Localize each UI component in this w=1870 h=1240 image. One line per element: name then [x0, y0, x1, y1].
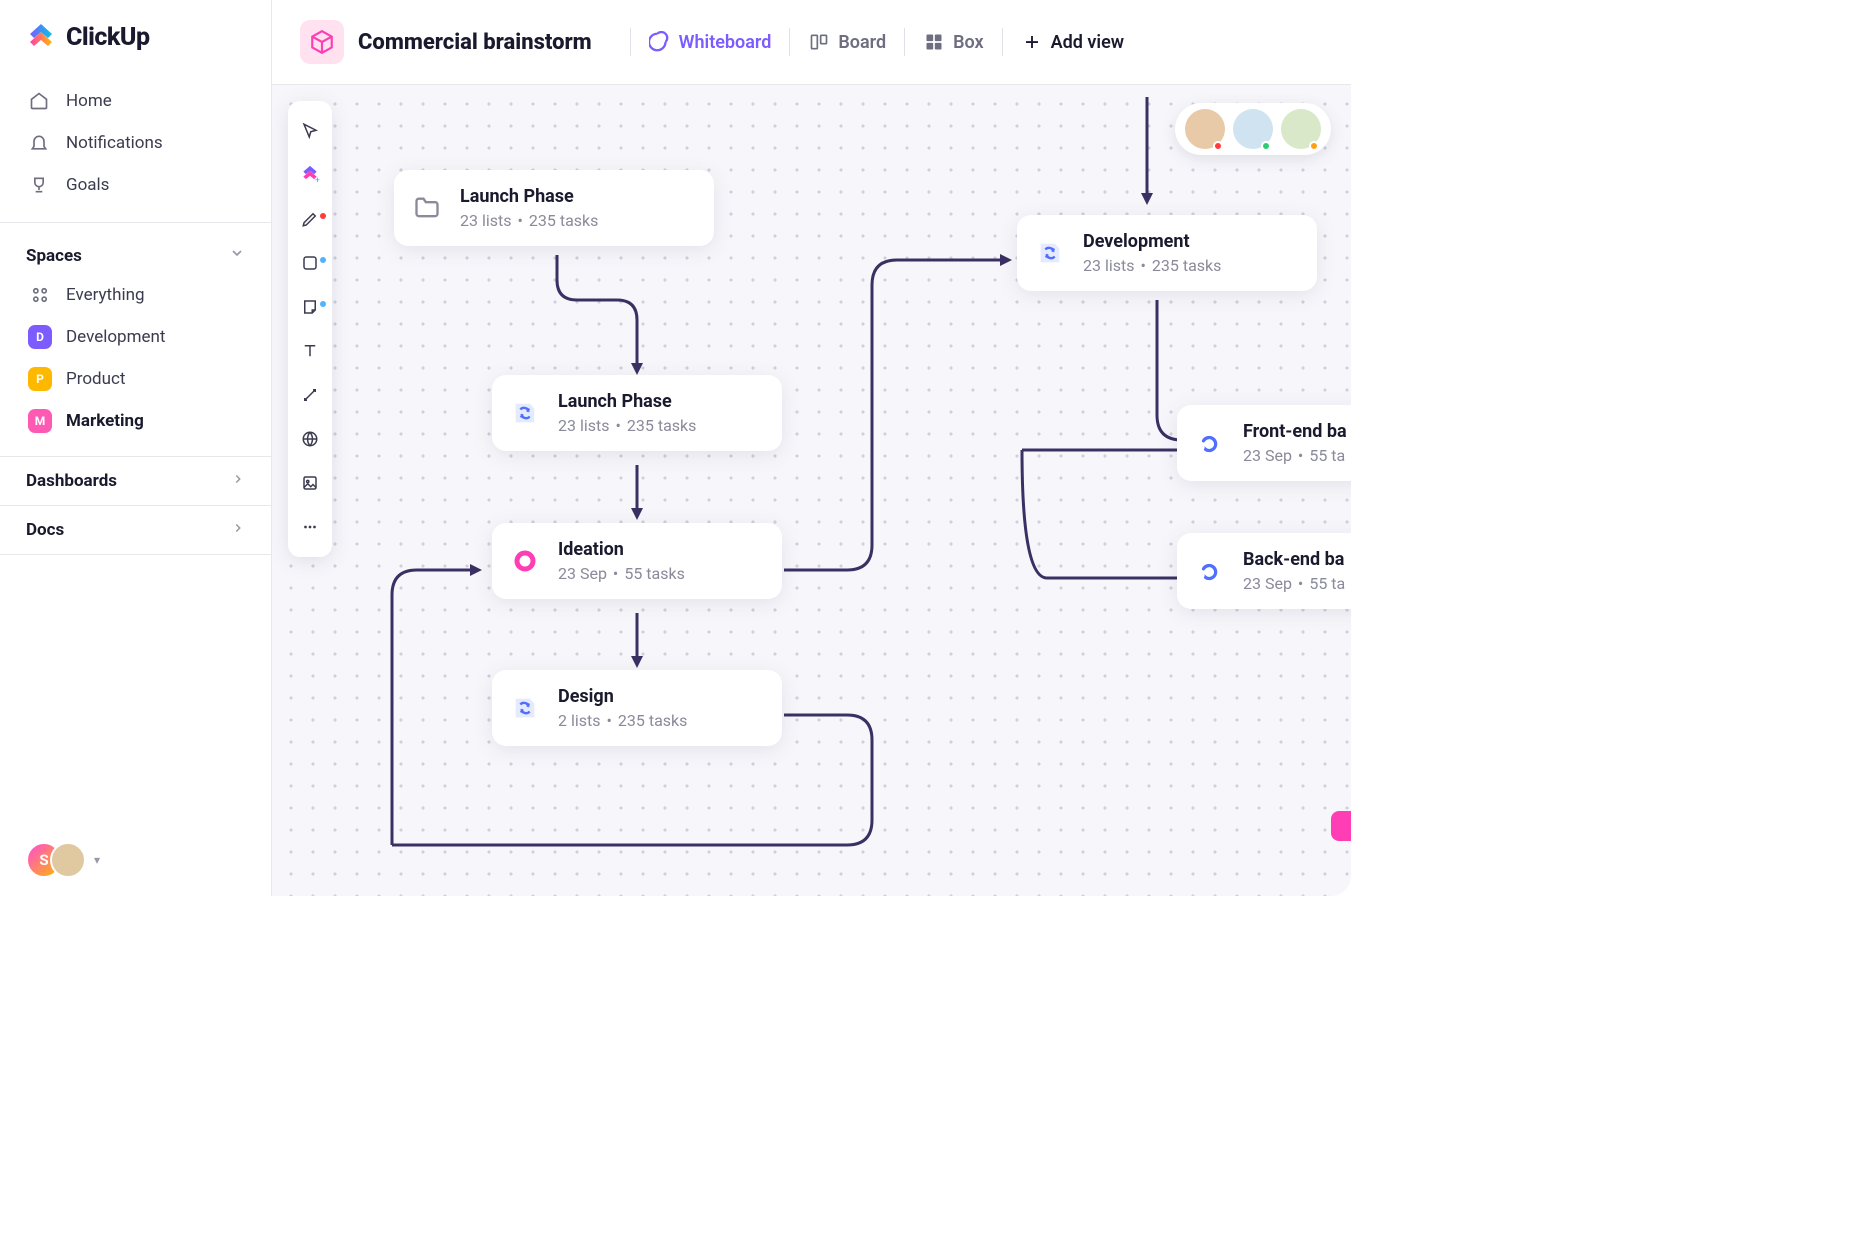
bell-icon — [28, 132, 50, 154]
sidebar-dashboards[interactable]: Dashboards — [0, 456, 271, 505]
chevron-right-icon — [231, 471, 245, 491]
spaces-header[interactable]: Spaces — [0, 233, 271, 274]
loop-arrow-icon — [1193, 554, 1227, 588]
board-icon — [808, 31, 830, 53]
brand-name: ClickUp — [66, 23, 150, 52]
whiteboard-icon — [649, 31, 671, 53]
view-label: Whiteboard — [679, 32, 772, 53]
nav-notifications[interactable]: Notifications — [12, 122, 259, 164]
card-title: Launch Phase — [460, 186, 598, 207]
sidebar-docs[interactable]: Docs — [0, 505, 271, 555]
nav-goals[interactable]: Goals — [12, 164, 259, 206]
sidebar-item-product[interactable]: P Product — [12, 358, 259, 400]
dashboards-label: Dashboards — [26, 471, 117, 491]
whiteboard-canvas[interactable]: + — [272, 85, 1351, 896]
sidebar-item-development[interactable]: D Development — [12, 316, 259, 358]
space-badge: M — [28, 409, 52, 433]
card-title: Design — [558, 686, 687, 707]
tool-pen[interactable] — [288, 199, 332, 239]
tool-more[interactable] — [288, 507, 332, 547]
plus-icon — [1021, 31, 1043, 53]
status-circle-icon — [508, 544, 542, 578]
card-title: Front-end ba — [1243, 421, 1347, 442]
space-badge: D — [28, 325, 52, 349]
folder-icon — [410, 191, 444, 225]
docs-label: Docs — [26, 520, 64, 540]
trophy-icon — [28, 174, 50, 196]
topbar: Commercial brainstorm Whiteboard Board B… — [272, 0, 1351, 85]
profile-menu[interactable]: S ▾ — [0, 842, 271, 878]
space-label: Development — [66, 327, 165, 347]
space-label: Everything — [66, 285, 145, 305]
view-label: Board — [838, 32, 886, 53]
nav-label: Home — [66, 91, 112, 111]
view-tab-board[interactable]: Board — [808, 31, 886, 53]
home-icon — [28, 90, 50, 112]
sync-icon — [508, 691, 542, 725]
sidebar-item-everything[interactable]: Everything — [12, 274, 259, 316]
page-title: Commercial brainstorm — [358, 30, 592, 55]
card-title: Back-end ba — [1243, 549, 1345, 570]
card-ideation[interactable]: Ideation 23 Sep•55 tasks — [492, 523, 782, 599]
clickup-logo-icon — [26, 22, 56, 52]
space-label: Product — [66, 369, 125, 389]
card-meta: 23 lists•235 tasks — [460, 211, 598, 230]
space-label: Marketing — [66, 411, 144, 431]
nav-home[interactable]: Home — [12, 80, 259, 122]
nav-label: Notifications — [66, 133, 163, 153]
sidebar-item-marketing[interactable]: M Marketing — [12, 400, 259, 442]
user-avatar[interactable] — [1233, 109, 1273, 149]
box-icon — [923, 31, 945, 53]
tool-connector[interactable] — [288, 375, 332, 415]
loop-arrow-icon — [1193, 426, 1227, 460]
sync-icon — [508, 396, 542, 430]
avatar — [50, 842, 86, 878]
view-label: Box — [953, 32, 984, 53]
card-design[interactable]: Design 2 lists•235 tasks — [492, 670, 782, 746]
tool-web[interactable] — [288, 419, 332, 459]
card-launch-folder[interactable]: Launch Phase 23 lists•235 tasks — [394, 170, 714, 246]
card-backend[interactable]: Back-end ba 23 Sep•55 ta — [1177, 533, 1351, 609]
tool-text[interactable] — [288, 331, 332, 371]
chevron-down-icon: ▾ — [94, 853, 100, 867]
card-meta: 23 Sep•55 ta — [1243, 446, 1347, 465]
card-development[interactable]: Development 23 lists•235 tasks — [1017, 215, 1317, 291]
card-title: Development — [1083, 231, 1221, 252]
card-title: Launch Phase — [558, 391, 696, 412]
tool-sticky[interactable] — [288, 287, 332, 327]
nav-label: Goals — [66, 175, 109, 195]
card-launch-phase[interactable]: Launch Phase 23 lists•235 tasks — [492, 375, 782, 451]
sidebar: ClickUp Home Notifications Goals Spaces … — [0, 0, 272, 896]
tool-image[interactable] — [288, 463, 332, 503]
presence-indicators[interactable] — [1175, 103, 1331, 155]
add-view-button[interactable]: Add view — [1021, 31, 1124, 53]
card-meta: 23 lists•235 tasks — [1083, 256, 1221, 275]
chevron-down-icon — [229, 245, 245, 266]
add-view-label: Add view — [1051, 32, 1124, 53]
brand-logo[interactable]: ClickUp — [0, 22, 271, 74]
card-meta: 2 lists•235 tasks — [558, 711, 687, 730]
tool-pointer[interactable] — [288, 111, 332, 151]
tool-clickup-add[interactable]: + — [288, 155, 332, 195]
canvas-toolbar: + — [288, 101, 332, 557]
card-meta: 23 Sep•55 tasks — [558, 564, 685, 583]
everything-icon — [28, 283, 52, 307]
canvas-edge-marker — [1331, 811, 1351, 841]
tool-shape[interactable] — [288, 243, 332, 283]
svg-text:+: + — [315, 176, 320, 186]
card-meta: 23 lists•235 tasks — [558, 416, 696, 435]
sync-icon — [1033, 236, 1067, 270]
user-avatar[interactable] — [1185, 109, 1225, 149]
card-title: Ideation — [558, 539, 685, 560]
card-meta: 23 Sep•55 ta — [1243, 574, 1345, 593]
view-tab-box[interactable]: Box — [923, 31, 984, 53]
card-frontend[interactable]: Front-end ba 23 Sep•55 ta — [1177, 405, 1351, 481]
space-badge: P — [28, 367, 52, 391]
spaces-title: Spaces — [26, 246, 82, 266]
project-icon — [300, 20, 344, 64]
avatar-stack: S — [26, 842, 86, 878]
chevron-right-icon — [231, 520, 245, 540]
user-avatar[interactable] — [1281, 109, 1321, 149]
view-tab-whiteboard[interactable]: Whiteboard — [649, 31, 772, 53]
